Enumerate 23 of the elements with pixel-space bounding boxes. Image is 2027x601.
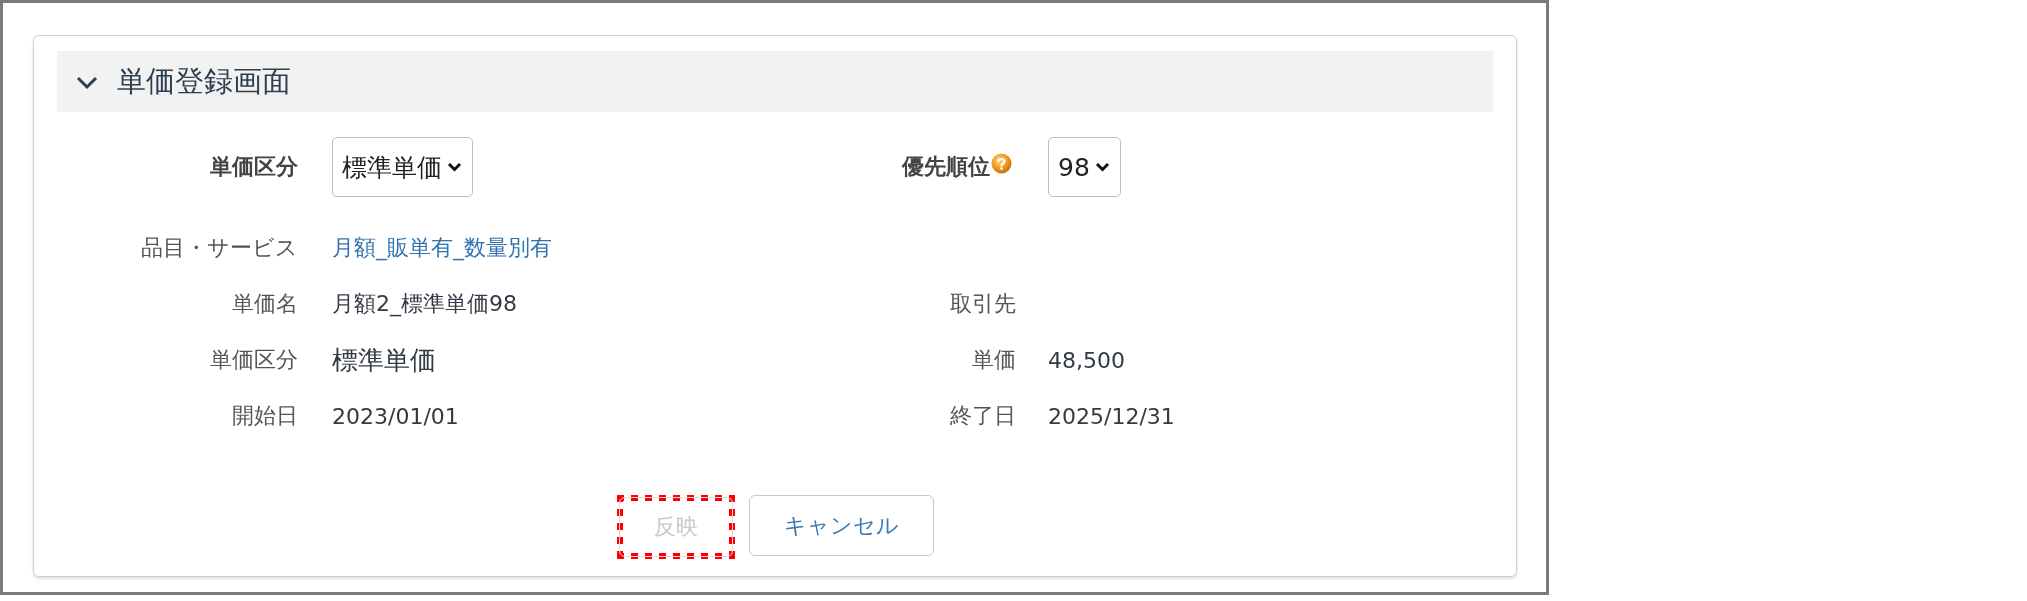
field-label: 優先順位 [902, 153, 990, 181]
field-label: 単価名 [232, 290, 298, 318]
field-value: 2023/01/01 [332, 403, 459, 429]
field-label: 単価区分 [210, 153, 298, 181]
item-link[interactable]: 月額_販単有_数量別有 [332, 233, 552, 263]
field-value: 標準単価 [332, 343, 436, 377]
help-icon[interactable] [991, 152, 1012, 174]
dropdown[interactable]: 標準単価 [332, 137, 473, 197]
field-label: 品目・サービス [141, 234, 298, 262]
dropdown[interactable]: 98 [1048, 137, 1121, 197]
field-value: 2025/12/31 [1048, 403, 1175, 429]
action-button[interactable]: キャンセル [748, 495, 934, 556]
panel-header[interactable]: 単価登録画面 [57, 51, 1493, 112]
field-label: 取引先 [950, 290, 1016, 318]
field-value: 48,500 [1048, 347, 1125, 373]
chevron-down-icon [447, 162, 462, 172]
field-label: 開始日 [232, 402, 298, 430]
panel-title: 単価登録画面 [117, 64, 291, 99]
field-label: 単価 [972, 346, 1016, 374]
field-label: 単価区分 [210, 346, 298, 374]
field-label: 終了日 [950, 402, 1016, 430]
chevron-down-icon [1094, 162, 1110, 172]
field-value: 月額2_標準単価98 [332, 290, 517, 319]
